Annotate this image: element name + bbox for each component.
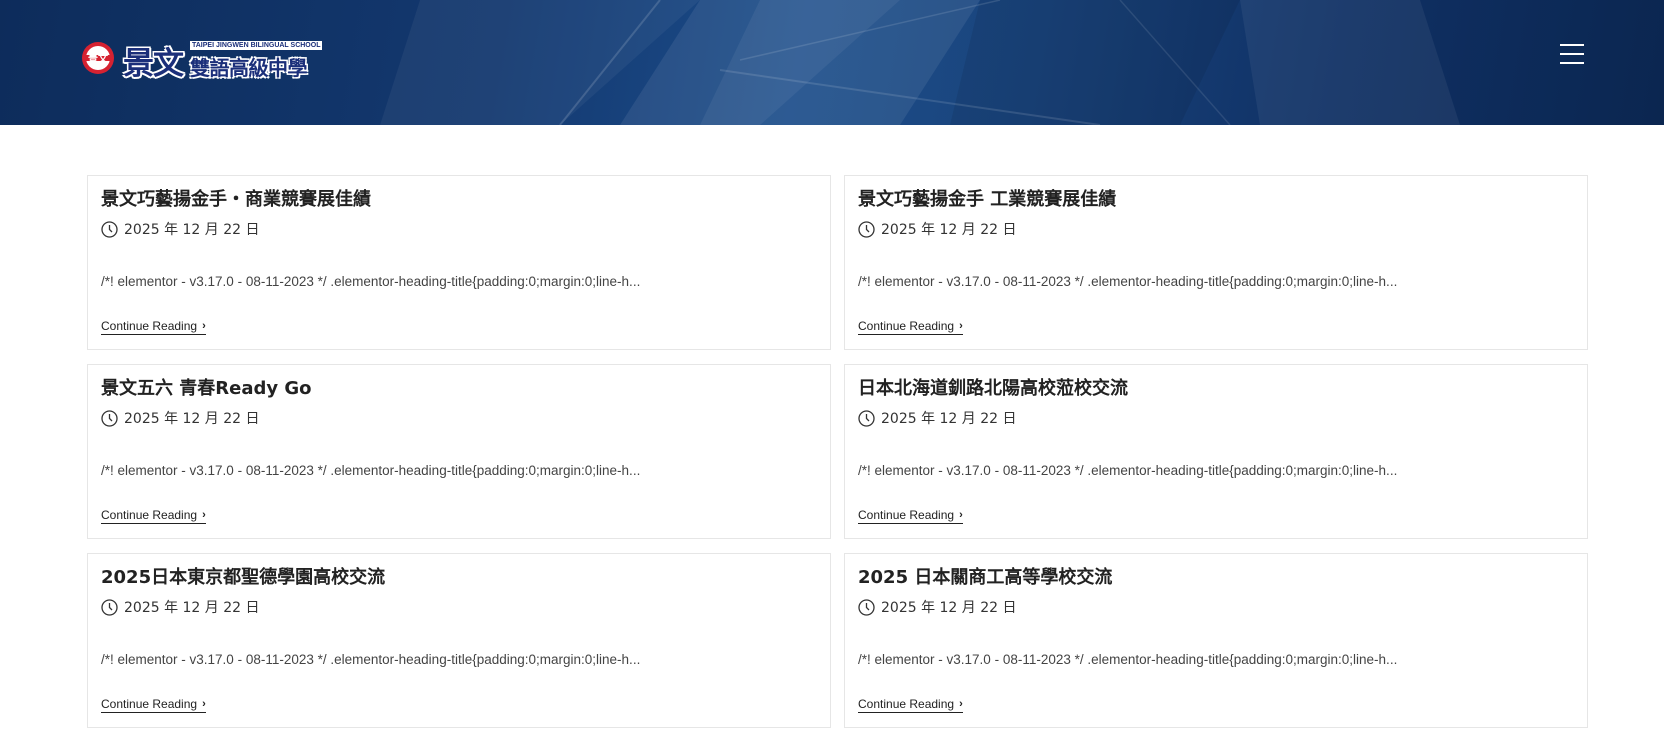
post-title[interactable]: 景文五六 青春Ready Go <box>101 375 817 403</box>
post-date-text: 2025 年 12 月 22 日 <box>124 600 260 616</box>
continue-reading-label: Continue Reading <box>101 697 198 711</box>
post-date: 2025 年 12 月 22 日 <box>858 219 1574 239</box>
chevron-right-icon: › <box>202 320 206 332</box>
post-excerpt: /*! elementor - v3.17.0 - 08-11-2023 */ … <box>858 652 1398 667</box>
continue-reading-link[interactable]: Continue Reading › <box>101 508 206 524</box>
school-emblem-icon: 景文 <box>82 42 114 74</box>
continue-reading-link[interactable]: Continue Reading › <box>101 697 206 713</box>
post-title[interactable]: 景文巧藝揚金手 工業競賽展佳績 <box>858 186 1574 214</box>
chevron-right-icon: › <box>959 320 963 332</box>
logo-subtitle: 雙語高級中學 <box>190 56 308 80</box>
chevron-right-icon: › <box>202 698 206 710</box>
logo-english-name: TAIPEI JINGWEN BILINGUAL SCHOOL <box>190 41 323 50</box>
continue-reading-link[interactable]: Continue Reading › <box>858 319 963 335</box>
site-header: 景文 景文 TAIPEI JINGWEN BILINGUAL SCHOOL 雙語… <box>0 0 1664 125</box>
clock-icon <box>101 409 118 427</box>
post-excerpt: /*! elementor - v3.17.0 - 08-11-2023 */ … <box>101 463 641 478</box>
post-excerpt: /*! elementor - v3.17.0 - 08-11-2023 */ … <box>101 652 641 667</box>
continue-reading-link[interactable]: Continue Reading › <box>858 508 963 524</box>
continue-reading-label: Continue Reading <box>858 508 955 522</box>
post-excerpt: /*! elementor - v3.17.0 - 08-11-2023 */ … <box>858 463 1398 478</box>
continue-reading-label: Continue Reading <box>101 508 198 522</box>
post-date-text: 2025 年 12 月 22 日 <box>881 411 1017 427</box>
post-date: 2025 年 12 月 22 日 <box>101 219 817 239</box>
post-date: 2025 年 12 月 22 日 <box>858 597 1574 617</box>
post-title[interactable]: 2025日本東京都聖德學園高校交流 <box>101 564 817 592</box>
clock-icon <box>858 220 875 238</box>
emblem-text: 景文 <box>88 52 109 65</box>
logo-chinese-name: 景文 <box>123 46 184 82</box>
post-excerpt: /*! elementor - v3.17.0 - 08-11-2023 */ … <box>101 274 641 289</box>
post-date: 2025 年 12 月 22 日 <box>101 597 817 617</box>
clock-icon <box>101 220 118 238</box>
continue-reading-link[interactable]: Continue Reading › <box>858 697 963 713</box>
post-date: 2025 年 12 月 22 日 <box>101 408 817 428</box>
post-date-text: 2025 年 12 月 22 日 <box>124 222 260 238</box>
post-date: 2025 年 12 月 22 日 <box>858 408 1574 428</box>
chevron-right-icon: › <box>202 509 206 521</box>
post-date-text: 2025 年 12 月 22 日 <box>881 600 1017 616</box>
post-date-text: 2025 年 12 月 22 日 <box>881 222 1017 238</box>
continue-reading-link[interactable]: Continue Reading › <box>101 319 206 335</box>
school-logo[interactable]: 景文 景文 TAIPEI JINGWEN BILINGUAL SCHOOL 雙語… <box>80 38 335 82</box>
post-card: 景文巧藝揚金手 工業競賽展佳績 2025 年 12 月 22 日 /*! ele… <box>844 175 1588 350</box>
post-card: 日本北海道釧路北陽高校蒞校交流 2025 年 12 月 22 日 /*! ele… <box>844 364 1588 539</box>
post-excerpt: /*! elementor - v3.17.0 - 08-11-2023 */ … <box>858 274 1398 289</box>
clock-icon <box>101 598 118 616</box>
post-card: 2025日本東京都聖德學園高校交流 2025 年 12 月 22 日 /*! e… <box>87 553 831 728</box>
post-card: 景文巧藝揚金手・商業競賽展佳績 2025 年 12 月 22 日 /*! ele… <box>87 175 831 350</box>
post-card: 2025 日本關商工高等學校交流 2025 年 12 月 22 日 /*! el… <box>844 553 1588 728</box>
posts-grid: 景文巧藝揚金手・商業競賽展佳績 2025 年 12 月 22 日 /*! ele… <box>87 175 1588 728</box>
chevron-right-icon: › <box>959 509 963 521</box>
hamburger-menu-icon[interactable] <box>1560 44 1586 66</box>
continue-reading-label: Continue Reading <box>858 319 955 333</box>
post-title[interactable]: 景文巧藝揚金手・商業競賽展佳績 <box>101 186 817 214</box>
clock-icon <box>858 598 875 616</box>
continue-reading-label: Continue Reading <box>858 697 955 711</box>
post-date-text: 2025 年 12 月 22 日 <box>124 411 260 427</box>
chevron-right-icon: › <box>959 698 963 710</box>
post-title[interactable]: 日本北海道釧路北陽高校蒞校交流 <box>858 375 1574 403</box>
post-title[interactable]: 2025 日本關商工高等學校交流 <box>858 564 1574 592</box>
continue-reading-label: Continue Reading <box>101 319 198 333</box>
clock-icon <box>858 409 875 427</box>
post-card: 景文五六 青春Ready Go 2025 年 12 月 22 日 /*! ele… <box>87 364 831 539</box>
